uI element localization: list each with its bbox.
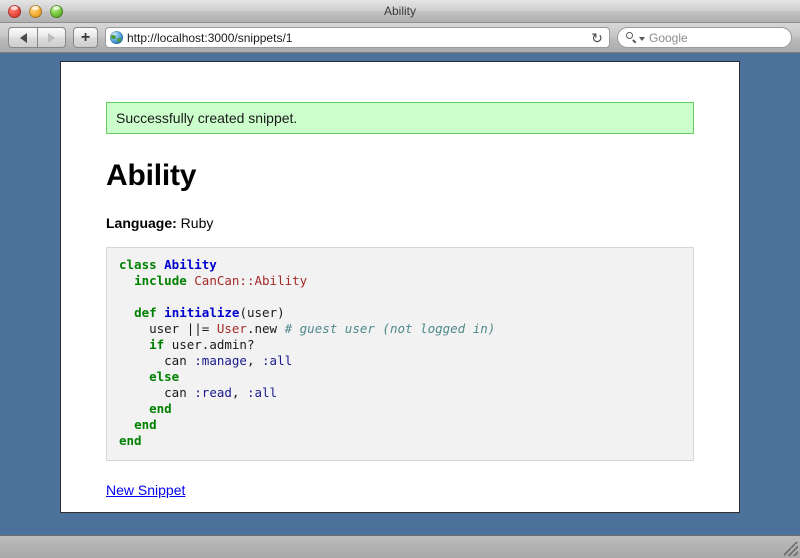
code-token: can — [119, 385, 195, 400]
minimize-button[interactable] — [29, 4, 42, 18]
code-token: include — [134, 273, 187, 288]
code-token: user ||= — [119, 321, 217, 336]
code-token: if — [149, 337, 165, 352]
code-token: :manage — [194, 353, 247, 368]
code-token: can — [119, 353, 195, 368]
navigation-buttons — [8, 27, 66, 48]
code-token: Ability — [164, 257, 217, 272]
browser-viewport: Successfully created snippet. Ability La… — [0, 53, 800, 535]
window-controls — [8, 4, 63, 18]
chevron-down-icon[interactable] — [639, 36, 645, 41]
code-token: :read — [194, 385, 232, 400]
window-title: Ability — [383, 4, 416, 18]
code-token: class — [119, 257, 165, 272]
code-token: :all — [262, 353, 293, 368]
code-token: (user) — [239, 305, 285, 320]
code-token: else — [149, 369, 180, 384]
code-token: , — [246, 353, 263, 368]
back-button[interactable] — [8, 27, 37, 48]
new-tab-button[interactable]: + — [73, 27, 98, 48]
code-token: end — [149, 401, 172, 416]
code-token: user.admin? — [164, 337, 255, 352]
browser-toolbar: + http://localhost:3000/snippets/1 ↻ Goo… — [0, 23, 800, 53]
forward-arrow-icon — [48, 32, 55, 43]
address-bar[interactable]: http://localhost:3000/snippets/1 ↻ — [105, 27, 610, 48]
code-token: end — [134, 417, 157, 432]
zoom-button[interactable] — [50, 4, 63, 18]
code-token: def — [134, 305, 157, 320]
code-content: class Ability include CanCan::Ability de… — [119, 257, 681, 449]
code-token: initialize — [164, 305, 240, 320]
search-field[interactable]: Google — [617, 27, 792, 48]
code-block: class Ability include CanCan::Ability de… — [106, 247, 694, 461]
window-titlebar: Ability — [0, 0, 800, 23]
browser-window: Ability + http://localhost:3000/snippets… — [0, 0, 800, 558]
url-text: http://localhost:3000/snippets/1 — [127, 30, 293, 45]
page-canvas: Successfully created snippet. Ability La… — [60, 61, 740, 513]
forward-button[interactable] — [37, 27, 66, 48]
code-token: :all — [246, 385, 278, 400]
resize-grip[interactable] — [784, 542, 798, 556]
code-token: end — [119, 433, 142, 448]
plus-icon: + — [80, 28, 91, 46]
code-token: .new — [246, 321, 285, 336]
new-snippet-link[interactable]: New Snippet — [106, 482, 185, 498]
language-line: Language: Ruby — [106, 215, 694, 231]
globe-icon — [110, 31, 123, 44]
window-statusbar — [0, 535, 800, 558]
code-token: User — [216, 321, 247, 336]
code-token: CanCan::Ability — [194, 273, 308, 288]
language-label: Language: — [106, 215, 177, 231]
language-value: Ruby — [180, 215, 214, 231]
close-button[interactable] — [8, 4, 21, 18]
code-token: , — [231, 385, 247, 400]
reload-icon[interactable]: ↻ — [589, 31, 605, 45]
back-arrow-icon — [19, 32, 27, 43]
search-placeholder: Google — [649, 30, 688, 45]
flash-message: Successfully created snippet. — [106, 102, 694, 134]
search-icon — [626, 32, 637, 43]
code-token: # guest user (not logged in) — [284, 321, 496, 336]
page-title: Ability — [106, 159, 197, 192]
